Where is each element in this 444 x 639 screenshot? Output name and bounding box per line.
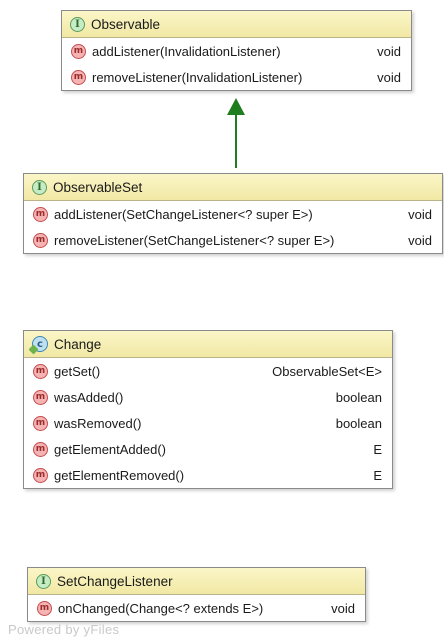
node-title: ObservableSet: [53, 179, 143, 195]
method-icon: m: [33, 415, 48, 431]
interface-icon: I: [32, 179, 47, 195]
method-icon: m: [33, 441, 48, 457]
method-icon: m: [33, 363, 48, 379]
method-row[interactable]: m wasRemoved() boolean: [24, 410, 392, 436]
method-name: addListener(SetChangeListener<? super E>…: [54, 206, 313, 222]
method-return-type: void: [408, 206, 432, 222]
method-icon: m: [37, 600, 52, 616]
node-title: Change: [54, 336, 102, 352]
method-return-type: void: [377, 43, 401, 59]
method-row[interactable]: m removeListener(InvalidationListener) v…: [62, 64, 411, 90]
method-name: getElementRemoved(): [54, 467, 185, 483]
interface-icon: I: [70, 16, 85, 32]
method-return-type: boolean: [335, 415, 382, 431]
method-row[interactable]: m onChanged(Change<? extends E>) void: [28, 595, 365, 621]
node-header: c Change: [24, 331, 392, 358]
method-icon: m: [33, 467, 48, 483]
method-return-type: boolean: [335, 389, 382, 405]
change-node[interactable]: c Change m getSet() ObservableSet<E> m w…: [23, 330, 393, 489]
method-name: wasAdded(): [54, 389, 124, 405]
observable-set-node[interactable]: I ObservableSet m addListener(SetChangeL…: [23, 173, 443, 254]
class-icon: c: [32, 336, 48, 352]
method-return-type: void: [331, 600, 355, 616]
method-icon: m: [71, 43, 86, 59]
interface-icon: I: [36, 573, 51, 589]
method-icon: m: [33, 232, 48, 248]
method-icon: m: [71, 69, 86, 85]
powered-by-label: Powered by yFiles: [8, 622, 120, 637]
method-return-type: E: [373, 441, 382, 457]
method-return-type: ObservableSet<E>: [272, 363, 382, 379]
method-row[interactable]: m getElementRemoved() E: [24, 462, 392, 488]
method-return-type: void: [377, 69, 401, 85]
method-name: addListener(InvalidationListener): [92, 43, 281, 59]
node-header: I Observable: [62, 11, 411, 38]
method-return-type: E: [373, 467, 382, 483]
inheritance-arrow: [227, 98, 245, 168]
observable-node[interactable]: I Observable m addListener(InvalidationL…: [61, 10, 412, 91]
method-row[interactable]: m getElementAdded() E: [24, 436, 392, 462]
node-header: I ObservableSet: [24, 174, 442, 201]
method-name: wasRemoved(): [54, 415, 142, 431]
method-name: getElementAdded(): [54, 441, 167, 457]
method-row[interactable]: m getSet() ObservableSet<E>: [24, 358, 392, 384]
method-name: onChanged(Change<? extends E>): [58, 600, 264, 616]
method-icon: m: [33, 389, 48, 405]
method-row[interactable]: m wasAdded() boolean: [24, 384, 392, 410]
method-name: removeListener(InvalidationListener): [92, 69, 303, 85]
set-change-listener-node[interactable]: I SetChangeListener m onChanged(Change<?…: [27, 567, 366, 622]
node-title: SetChangeListener: [57, 573, 173, 589]
node-title: Observable: [91, 16, 161, 32]
method-name: removeListener(SetChangeListener<? super…: [54, 232, 335, 248]
method-return-type: void: [408, 232, 432, 248]
method-row[interactable]: m removeListener(SetChangeListener<? sup…: [24, 227, 442, 253]
method-row[interactable]: m addListener(InvalidationListener) void: [62, 38, 411, 64]
node-header: I SetChangeListener: [28, 568, 365, 595]
method-name: getSet(): [54, 363, 101, 379]
method-row[interactable]: m addListener(SetChangeListener<? super …: [24, 201, 442, 227]
method-icon: m: [33, 206, 48, 222]
